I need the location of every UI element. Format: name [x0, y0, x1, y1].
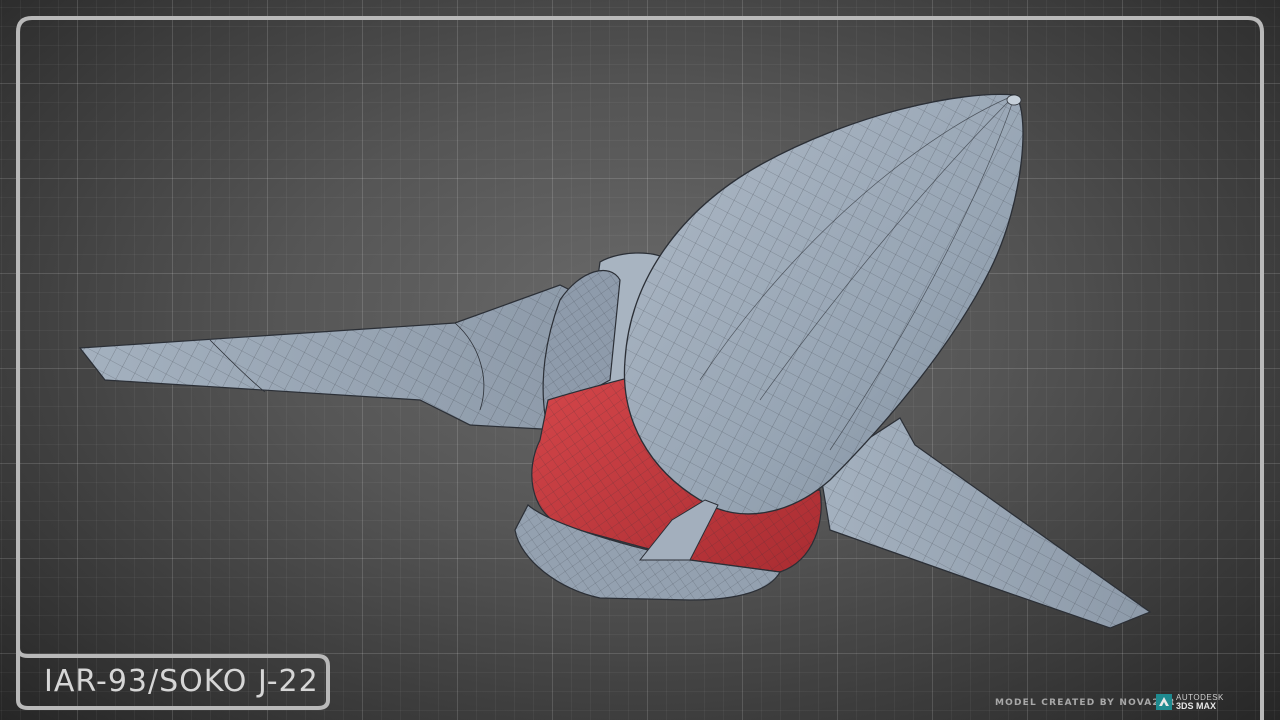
- right-wing: [819, 417, 1152, 629]
- badge-product: 3DS MAX: [1176, 701, 1217, 711]
- aircraft-model-render: [78, 93, 1152, 629]
- viewport-render: IAR-93/SOKO J-22 MODEL CREATED BY NOVA29…: [0, 0, 1280, 720]
- model-title: IAR-93/SOKO J-22: [44, 664, 319, 699]
- software-badge: AUTODESK 3DS MAX: [1156, 692, 1228, 712]
- left-wing: [78, 284, 591, 431]
- model-credit: MODEL CREATED BY NOVA29R: [995, 698, 1176, 708]
- 3ds-max-logo-icon: [1156, 694, 1172, 710]
- nose-cone: [623, 93, 1024, 515]
